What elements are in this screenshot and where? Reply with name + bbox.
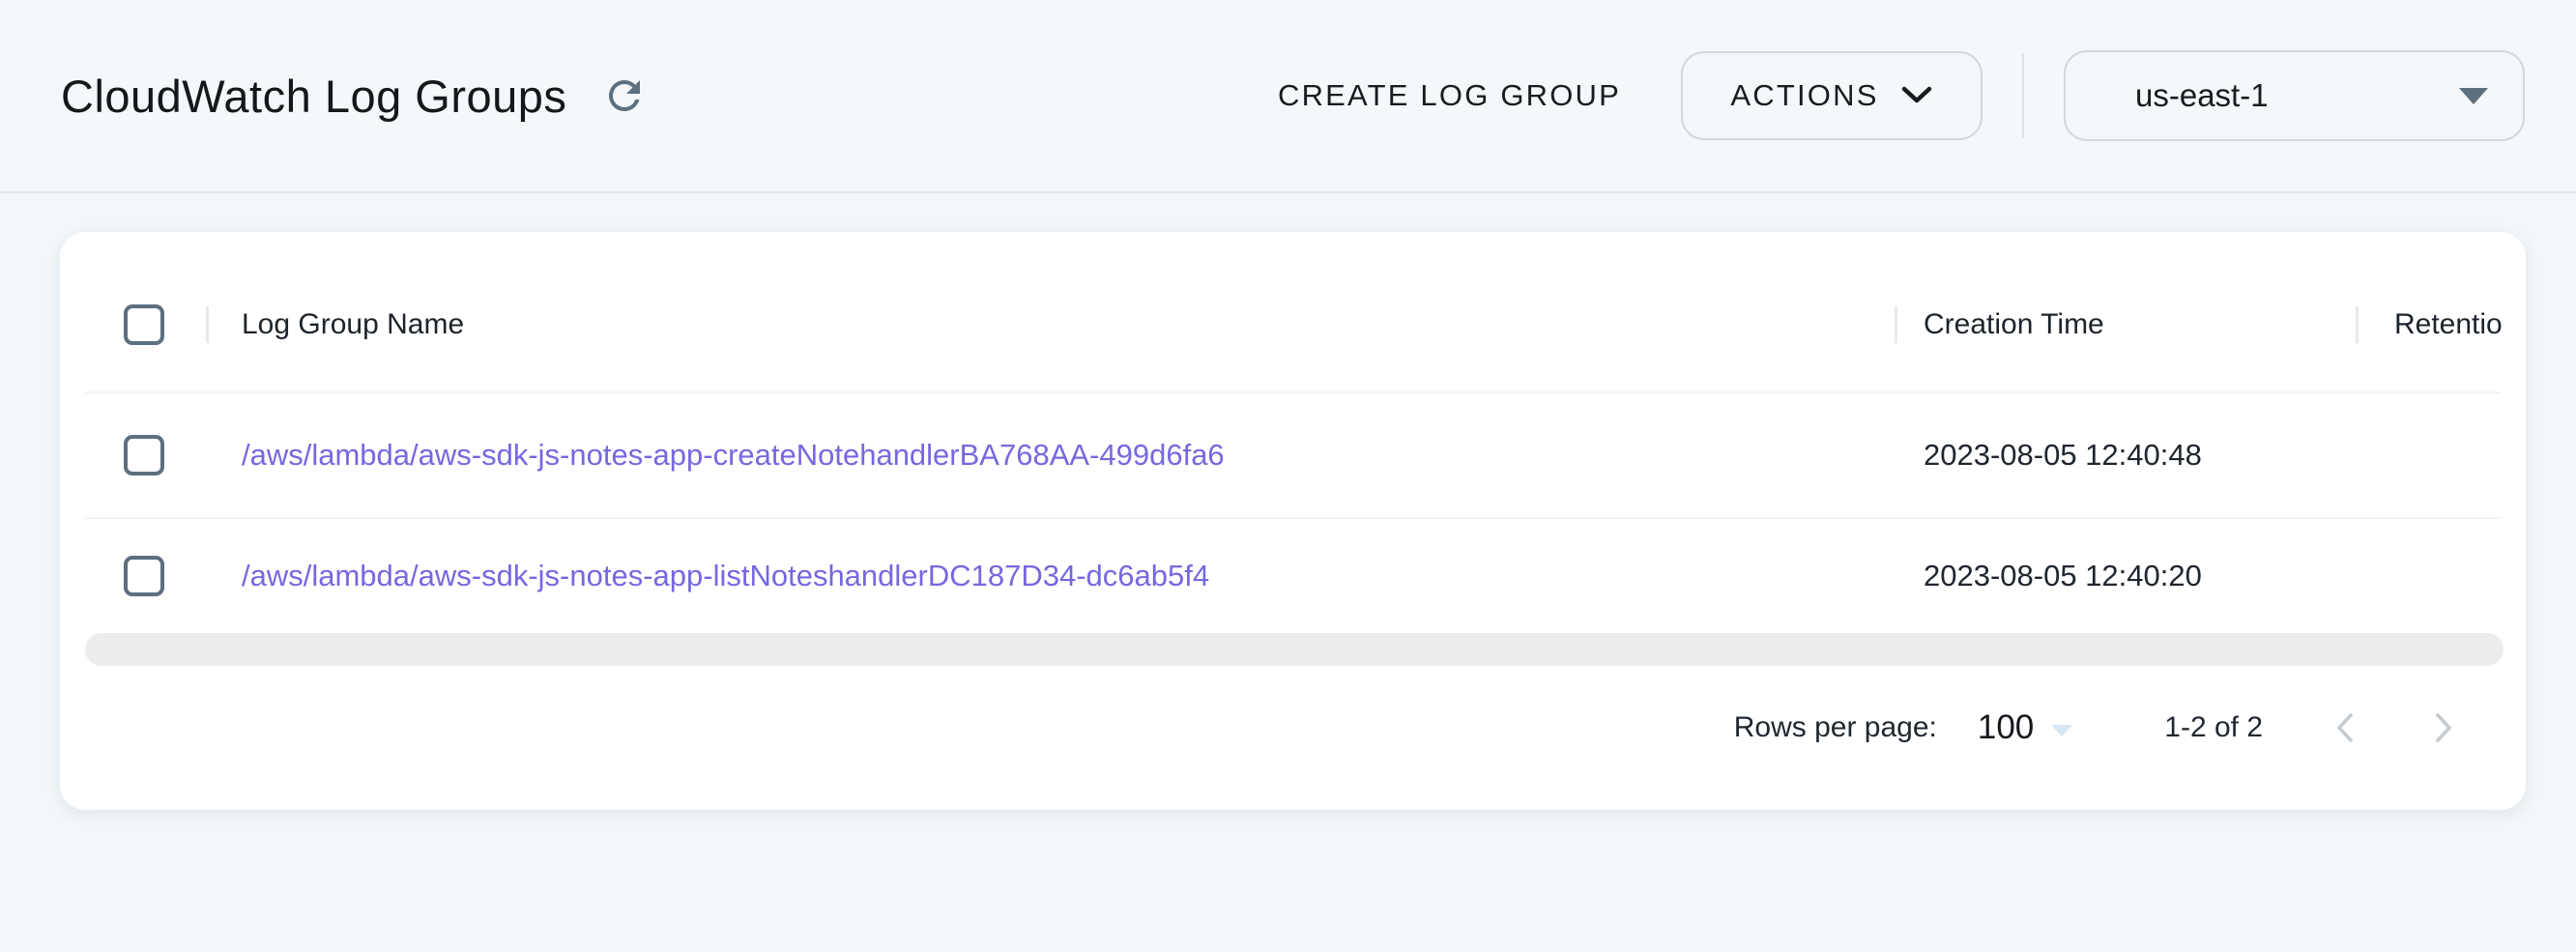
log-group-name-cell: /aws/lambda/aws-sdk-js-notes-app-createN… <box>206 393 1895 517</box>
table-header-row: Log Group Name Creation Time Retentio <box>60 232 2526 391</box>
chevron-left-icon <box>2326 707 2366 748</box>
region-selector[interactable]: us-east-1 <box>2064 50 2525 141</box>
column-header-label: Log Group Name <box>242 308 464 341</box>
creation-time-cell: 2023-08-05 12:40:20 <box>1895 519 2356 633</box>
column-header-label: Creation Time <box>1924 308 2104 341</box>
rows-per-page-select[interactable]: 100 <box>1978 708 2072 747</box>
create-log-group-button[interactable]: CREATE LOG GROUP <box>1278 78 1621 113</box>
creation-time-value: 2023-08-05 12:40:20 <box>1924 559 2202 593</box>
row-checkbox-cell <box>60 519 206 633</box>
creation-time-value: 2023-08-05 12:40:48 <box>1924 438 2202 473</box>
caret-down-icon <box>2051 725 2072 736</box>
log-group-link[interactable]: /aws/lambda/aws-sdk-js-notes-app-createN… <box>242 438 1225 473</box>
page-title: CloudWatch Log Groups <box>61 70 566 123</box>
next-page-button[interactable] <box>2419 705 2466 751</box>
log-group-link[interactable]: /aws/lambda/aws-sdk-js-notes-app-listNot… <box>242 559 1209 593</box>
header-cell-log-group-name: Log Group Name <box>206 257 1895 391</box>
log-group-name-cell: /aws/lambda/aws-sdk-js-notes-app-listNot… <box>206 519 1895 633</box>
row-checkbox-cell <box>60 393 206 517</box>
refresh-icon <box>601 72 648 119</box>
row-checkbox[interactable] <box>124 435 164 476</box>
rows-per-page-label: Rows per page: <box>1734 711 1937 744</box>
retention-cell <box>2356 393 2526 517</box>
caret-down-icon <box>2459 88 2488 104</box>
cloudwatch-log-groups-screen: CloudWatch Log Groups CREATE LOG GROUP A… <box>0 0 2576 952</box>
retention-cell <box>2356 519 2526 633</box>
region-selector-value: us-east-1 <box>2135 77 2269 114</box>
row-checkbox[interactable] <box>124 556 164 596</box>
topbar-divider <box>2022 53 2024 138</box>
actions-button-label: ACTIONS <box>1730 78 1878 113</box>
header-checkbox-cell <box>60 257 206 391</box>
table-row: /aws/lambda/aws-sdk-js-notes-app-listNot… <box>60 519 2526 633</box>
pagination-bar: Rows per page: 100 1-2 of 2 <box>60 666 2526 810</box>
refresh-button[interactable] <box>597 69 651 123</box>
header-cell-creation-time: Creation Time <box>1895 257 2356 391</box>
previous-page-button[interactable] <box>2323 705 2369 751</box>
page-range-label: 1-2 of 2 <box>2164 711 2263 744</box>
top-bar: CloudWatch Log Groups CREATE LOG GROUP A… <box>0 0 2576 193</box>
horizontal-scrollbar[interactable] <box>85 633 2504 666</box>
chevron-right-icon <box>2422 707 2463 748</box>
chevron-down-icon <box>1900 86 1933 105</box>
column-header-label: Retentio <box>2394 308 2503 341</box>
table-row: /aws/lambda/aws-sdk-js-notes-app-createN… <box>60 393 2526 517</box>
select-all-checkbox[interactable] <box>124 304 164 345</box>
actions-button[interactable]: ACTIONS <box>1681 51 1983 140</box>
log-groups-card: Log Group Name Creation Time Retentio /a… <box>60 232 2526 810</box>
creation-time-cell: 2023-08-05 12:40:48 <box>1895 393 2356 517</box>
rows-per-page-value: 100 <box>1978 708 2034 747</box>
header-cell-retention: Retentio <box>2356 257 2526 391</box>
